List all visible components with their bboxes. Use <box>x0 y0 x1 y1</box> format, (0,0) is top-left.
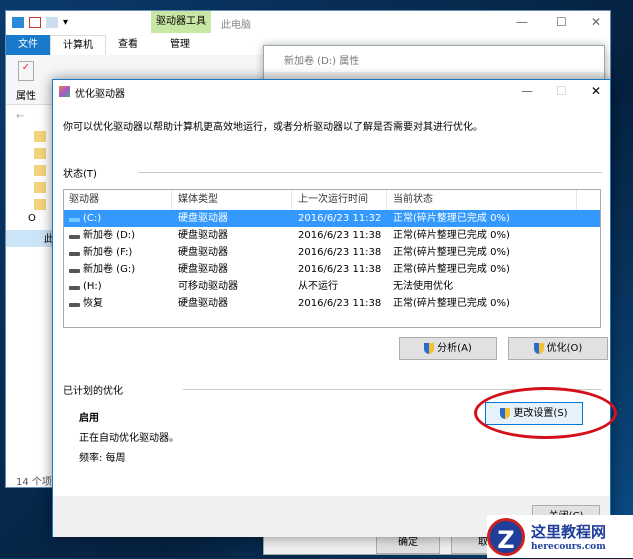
analyze-label: 分析(A) <box>437 343 472 354</box>
last-run-cell: 从不运行 <box>298 281 338 292</box>
column-drive[interactable]: 驱动器 <box>64 190 172 210</box>
uac-shield-icon <box>533 343 544 354</box>
status-label: 状态(T) <box>63 169 97 180</box>
drive-icon <box>69 218 80 222</box>
drive-cell: 新加卷 (F:) <box>64 244 172 261</box>
nav-item[interactable] <box>6 196 53 213</box>
divider <box>138 172 602 173</box>
optimize-button[interactable]: 优化(O) <box>508 337 608 360</box>
current-status-cell: 正常(碎片整理已完成 0%) <box>393 230 510 241</box>
media-type-cell: 硬盘驱动器 <box>178 298 228 309</box>
media-type-cell: 硬盘驱动器 <box>178 264 228 275</box>
drive-name: (C:) <box>83 213 102 224</box>
column-media-type[interactable]: 媒体类型 <box>172 190 292 210</box>
drive-name: 恢复 <box>83 298 103 309</box>
drive-name: (H:) <box>83 281 102 292</box>
minimize-button[interactable]: — <box>521 84 533 98</box>
schedule-enabled: 启用 <box>79 413 99 424</box>
drive-icon <box>69 269 80 273</box>
dropdown-icon[interactable]: ▾ <box>63 17 71 28</box>
logo-z-icon: Z <box>487 517 525 556</box>
scheduled-optimization-label: 已计划的优化 <box>63 386 123 397</box>
media-type-cell: 硬盘驱动器 <box>178 230 228 241</box>
drive-icon <box>69 303 80 307</box>
media-type-cell: 可移动驱动器 <box>178 281 238 292</box>
tab-manage[interactable]: 管理 <box>150 35 210 55</box>
drive-name: 新加卷 (G:) <box>83 264 136 275</box>
drive-cell: 恢复 <box>64 295 172 312</box>
nav-back[interactable]: ← <box>6 111 53 128</box>
tab-file[interactable]: 文件 <box>6 35 50 55</box>
column-last-run[interactable]: 上一次运行时间 <box>292 190 387 210</box>
properties-icon[interactable]: ✓ <box>18 61 34 81</box>
analyze-button[interactable]: 分析(A) <box>399 337 497 360</box>
close-button[interactable]: ✕ <box>591 84 601 98</box>
current-status-cell: 正常(碎片整理已完成 0%) <box>393 264 510 275</box>
properties-title: 新加卷 (D:) 属性 <box>264 46 604 72</box>
nav-item[interactable] <box>6 145 53 162</box>
last-run-cell: 2016/6/23 11:38 <box>298 230 382 241</box>
maximize-button[interactable]: ☐ <box>556 15 567 29</box>
drive-cell: 新加卷 (D:) <box>64 227 172 244</box>
dialog-title: 优化驱动器 <box>75 89 125 100</box>
current-status-cell: 正常(碎片整理已完成 0%) <box>393 298 510 309</box>
drive-name: 新加卷 (F:) <box>83 247 133 258</box>
defrag-app-icon <box>59 86 70 97</box>
drive-icon <box>69 252 80 256</box>
media-type-cell: 硬盘驱动器 <box>178 213 228 224</box>
tab-computer[interactable]: 计算机 <box>50 35 106 55</box>
drive-row[interactable]: 新加卷 (D:) 硬盘驱动器 2016/6/23 11:38 正常(碎片整理已完… <box>64 227 600 244</box>
drives-list[interactable]: 驱动器 媒体类型 上一次运行时间 当前状态 (C:) 硬盘驱动器 2016/6/… <box>63 189 601 328</box>
schedule-frequency: 频率: 每周 <box>79 453 126 464</box>
status-bar-count: 14 个项 <box>16 477 52 488</box>
current-status-cell: 正常(碎片整理已完成 0%) <box>393 247 510 258</box>
drive-icon <box>69 235 80 239</box>
drive-name: 新加卷 (D:) <box>83 230 136 241</box>
last-run-cell: 2016/6/23 11:32 <box>298 213 382 224</box>
optimize-drives-dialog: 优化驱动器 — ☐ ✕ 你可以优化驱动器以帮助计算机更高效地运行，或者分析驱动器… <box>52 79 611 537</box>
list-header: 驱动器 媒体类型 上一次运行时间 当前状态 <box>64 190 600 210</box>
drive-cell: (H:) <box>64 278 172 295</box>
tab-view[interactable]: 查看 <box>106 35 150 55</box>
nav-item[interactable] <box>6 162 53 179</box>
last-run-cell: 2016/6/23 11:38 <box>298 264 382 275</box>
quick-access-toolbar: ▾ <box>12 17 71 28</box>
drive-row[interactable]: 新加卷 (G:) 硬盘驱动器 2016/6/23 11:38 正常(碎片整理已完… <box>64 261 600 278</box>
schedule-auto-text: 正在自动优化驱动器。 <box>79 433 179 444</box>
maximize-button: ☐ <box>556 84 567 98</box>
watermark-url: herecours.com <box>531 542 606 552</box>
drive-tools-context-tab: 驱动器工具 <box>151 11 211 33</box>
media-type-cell: 硬盘驱动器 <box>178 247 228 258</box>
drive-row[interactable]: 新加卷 (F:) 硬盘驱动器 2016/6/23 11:38 正常(碎片整理已完… <box>64 244 600 261</box>
computer-icon[interactable] <box>12 17 24 28</box>
drive-cell: 新加卷 (G:) <box>64 261 172 278</box>
nav-onedrive[interactable]: O <box>6 213 53 230</box>
watermark-logo: Z 这里教程网 herecours.com <box>487 515 633 558</box>
uac-shield-icon <box>424 343 435 354</box>
nav-item[interactable] <box>6 128 53 145</box>
dialog-description: 你可以优化驱动器以帮助计算机更高效地运行，或者分析驱动器以了解是否需要对其进行优… <box>63 122 483 133</box>
properties-button-label[interactable]: 属性 <box>16 87 36 102</box>
current-status-cell: 无法使用优化 <box>393 281 453 292</box>
highlight-ellipse-annotation <box>474 387 617 439</box>
drive-row[interactable]: 恢复 硬盘驱动器 2016/6/23 11:38 正常(碎片整理已完成 0%) <box>64 295 600 312</box>
drive-row[interactable]: (H:) 可移动驱动器 从不运行 无法使用优化 <box>64 278 600 295</box>
window-title: 此电脑 <box>221 20 251 31</box>
nav-this-pc[interactable]: 此 <box>6 230 54 247</box>
optimize-label: 优化(O) <box>546 343 583 354</box>
properties-icon[interactable] <box>29 17 41 28</box>
close-button[interactable]: ✕ <box>591 15 601 29</box>
last-run-cell: 2016/6/23 11:38 <box>298 247 382 258</box>
current-status-cell: 正常(碎片整理已完成 0%) <box>393 213 510 224</box>
new-folder-icon[interactable] <box>46 17 58 28</box>
drive-icon <box>69 286 80 290</box>
last-run-cell: 2016/6/23 11:38 <box>298 298 382 309</box>
minimize-button[interactable]: — <box>516 15 528 29</box>
nav-item[interactable] <box>6 179 53 196</box>
drive-row[interactable]: (C:) 硬盘驱动器 2016/6/23 11:32 正常(碎片整理已完成 0%… <box>64 210 600 227</box>
navigation-pane: ← O 此 <box>6 111 54 247</box>
watermark-name: 这里教程网 <box>531 523 607 541</box>
drive-cell: (C:) <box>64 210 172 227</box>
column-current-status[interactable]: 当前状态 <box>387 190 577 210</box>
